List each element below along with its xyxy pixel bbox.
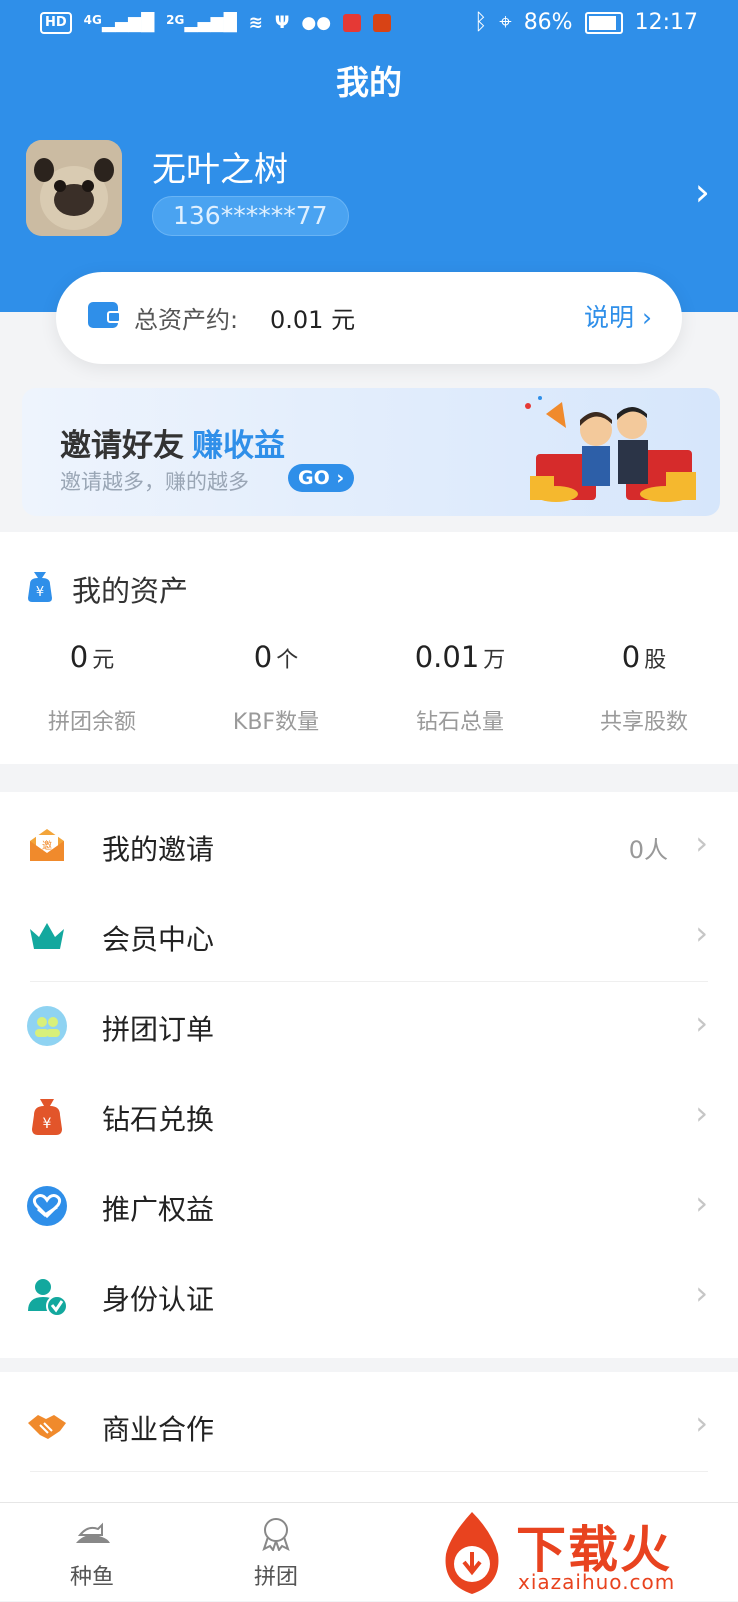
- signal-icon-1: 4G▂▄▆█: [83, 13, 155, 33]
- svg-text:¥: ¥: [36, 585, 44, 600]
- stat-unit: 元: [92, 648, 115, 673]
- app-notification-icon-2: [373, 14, 392, 32]
- invite-banner[interactable]: 邀请好友 赚收益 邀请越多，赚的越多 GO ›: [22, 388, 720, 516]
- clock: 12:17: [634, 10, 698, 35]
- menu-item-group-orders[interactable]: 拼团订单 ›: [0, 982, 738, 1072]
- stat-label: KBF数量: [232, 710, 320, 735]
- money-bag-icon: ¥: [28, 572, 52, 602]
- status-left: HD 4G▂▄▆█ 2G▂▄▆█ ≋ Ψ ●●: [40, 12, 392, 34]
- heart-hand-icon: [27, 1186, 67, 1226]
- stat-value: 0.01: [414, 640, 480, 674]
- group-order-icon: [27, 1006, 67, 1046]
- tab-label: 种鱼: [69, 1565, 114, 1590]
- stat-unit: 万: [483, 648, 506, 673]
- my-assets-title: 我的资产: [72, 574, 189, 608]
- chevron-right-icon: ›: [695, 1274, 708, 1312]
- fish-icon: [76, 1522, 110, 1543]
- explain-link[interactable]: 说明 ›: [584, 298, 652, 334]
- menu-item-promotion-rights[interactable]: 推广权益 ›: [0, 1162, 738, 1252]
- network-type-1: 4G: [83, 13, 102, 27]
- stat-diamond-total[interactable]: 0.01 万 钻石总量: [370, 640, 550, 735]
- tab-label: 拼团: [253, 1565, 298, 1590]
- flame-logo-icon: [445, 1512, 499, 1594]
- watermark-text-en: xiazaihuo.com: [518, 1570, 676, 1594]
- status-right: ᛒ ⌖ 86% 12:17: [474, 10, 698, 35]
- chevron-right-icon: ›: [695, 824, 708, 862]
- banner-highlight: 赚收益: [192, 428, 285, 464]
- stat-label: 拼团余额: [47, 710, 136, 735]
- go-button[interactable]: GO ›: [288, 464, 355, 492]
- menu-item-label: 我的邀请: [102, 833, 215, 866]
- medal-icon: [262, 1518, 290, 1551]
- menu-item-label: 商业合作: [102, 1413, 215, 1446]
- wechat-icon: ●●: [301, 13, 332, 33]
- stat-kbf-count[interactable]: 0个 KBF数量: [186, 640, 366, 735]
- stat-value: 0: [69, 640, 89, 674]
- invite-envelope-icon: 邀: [30, 829, 64, 861]
- network-type-2: 2G: [166, 13, 185, 27]
- menu-item-label: 身份认证: [102, 1283, 215, 1316]
- status-bar: HD 4G▂▄▆█ 2G▂▄▆█ ≋ Ψ ●● ᛒ ⌖ 86% 12:17: [0, 0, 738, 52]
- banner-title-text: 邀请好友: [60, 428, 184, 464]
- businessmen-coins-illustration: [525, 396, 696, 502]
- menu-item-label: 拼团订单: [102, 1013, 215, 1046]
- pug-avatar-image: [26, 140, 122, 236]
- menu-item-label: 会员中心: [102, 923, 215, 956]
- page-title: 我的: [336, 63, 402, 102]
- stat-group-balance[interactable]: 0元 拼团余额: [2, 640, 182, 735]
- stat-value: 0: [253, 640, 273, 674]
- wifi-icon: ≋: [248, 13, 263, 33]
- battery-percent: 86%: [523, 10, 573, 35]
- svg-text:邀: 邀: [42, 839, 52, 852]
- total-assets-card: 总资产约: 0.01 元 说明 ›: [56, 272, 682, 364]
- handshake-icon: [28, 1415, 66, 1439]
- menu-item-label: 钻石兑换: [102, 1103, 215, 1136]
- bluetooth-icon: ᛒ: [474, 10, 488, 35]
- watermark-logo: 下载火 xiazaihuo.com: [432, 1508, 732, 1600]
- stat-unit: 股: [644, 648, 667, 673]
- svg-text:¥: ¥: [43, 1116, 52, 1132]
- tab-group[interactable]: 拼团: [184, 1503, 368, 1601]
- chevron-right-icon: ›: [642, 303, 652, 332]
- usb-icon: Ψ: [274, 13, 290, 33]
- explain-label: 说明: [584, 303, 635, 332]
- stat-unit: 个: [276, 648, 299, 673]
- phone-badge: 136******77: [152, 196, 349, 236]
- menu-item-identity-verification[interactable]: 身份认证 ›: [0, 1252, 738, 1342]
- username: 无叶之树: [152, 150, 288, 190]
- banner-subtitle: 邀请越多，赚的越多: [60, 470, 249, 494]
- stat-label: 共享股数: [599, 710, 688, 735]
- app-notification-icon: [343, 14, 362, 32]
- hd-indicator: HD: [40, 12, 72, 34]
- money-bag-icon: ¥: [32, 1099, 62, 1135]
- signal-icon-2: 2G▂▄▆█: [166, 13, 237, 33]
- chevron-right-icon: ›: [695, 1004, 708, 1042]
- go-label: GO: [298, 467, 330, 489]
- verified-user-icon: [28, 1279, 68, 1317]
- avatar[interactable]: [26, 140, 122, 236]
- stat-shared-shares[interactable]: 0股 共享股数: [554, 640, 734, 735]
- total-assets-label: 总资产约:: [134, 306, 239, 334]
- menu-item-diamond-exchange[interactable]: ¥ 钻石兑换 ›: [0, 1072, 738, 1162]
- invite-count: 0人: [628, 836, 668, 864]
- stat-value: 0: [621, 640, 641, 674]
- divider: [30, 1471, 708, 1472]
- chevron-right-icon: ›: [695, 1404, 708, 1442]
- menu-item-my-invites[interactable]: 邀 我的邀请 0人 ›: [0, 802, 738, 892]
- wallet-icon: [88, 302, 121, 328]
- location-icon: ⌖: [499, 10, 512, 35]
- banner-title: 邀请好友 赚收益: [60, 420, 285, 465]
- tab-fish[interactable]: 种鱼: [0, 1503, 184, 1601]
- battery-icon: [584, 11, 623, 34]
- chevron-right-icon: ›: [695, 1184, 708, 1222]
- chevron-right-icon[interactable]: ›: [695, 170, 710, 214]
- chevron-right-icon: ›: [695, 914, 708, 952]
- menu-item-label: 推广权益: [102, 1193, 215, 1226]
- chevron-right-icon: ›: [695, 1094, 708, 1132]
- total-assets-value: 0.01 元: [270, 306, 356, 334]
- menu-item-business-cooperation[interactable]: 商业合作 ›: [0, 1382, 738, 1472]
- crown-icon: [30, 923, 64, 949]
- stat-label: 钻石总量: [415, 710, 504, 735]
- menu-item-member-center[interactable]: 会员中心 ›: [0, 892, 738, 982]
